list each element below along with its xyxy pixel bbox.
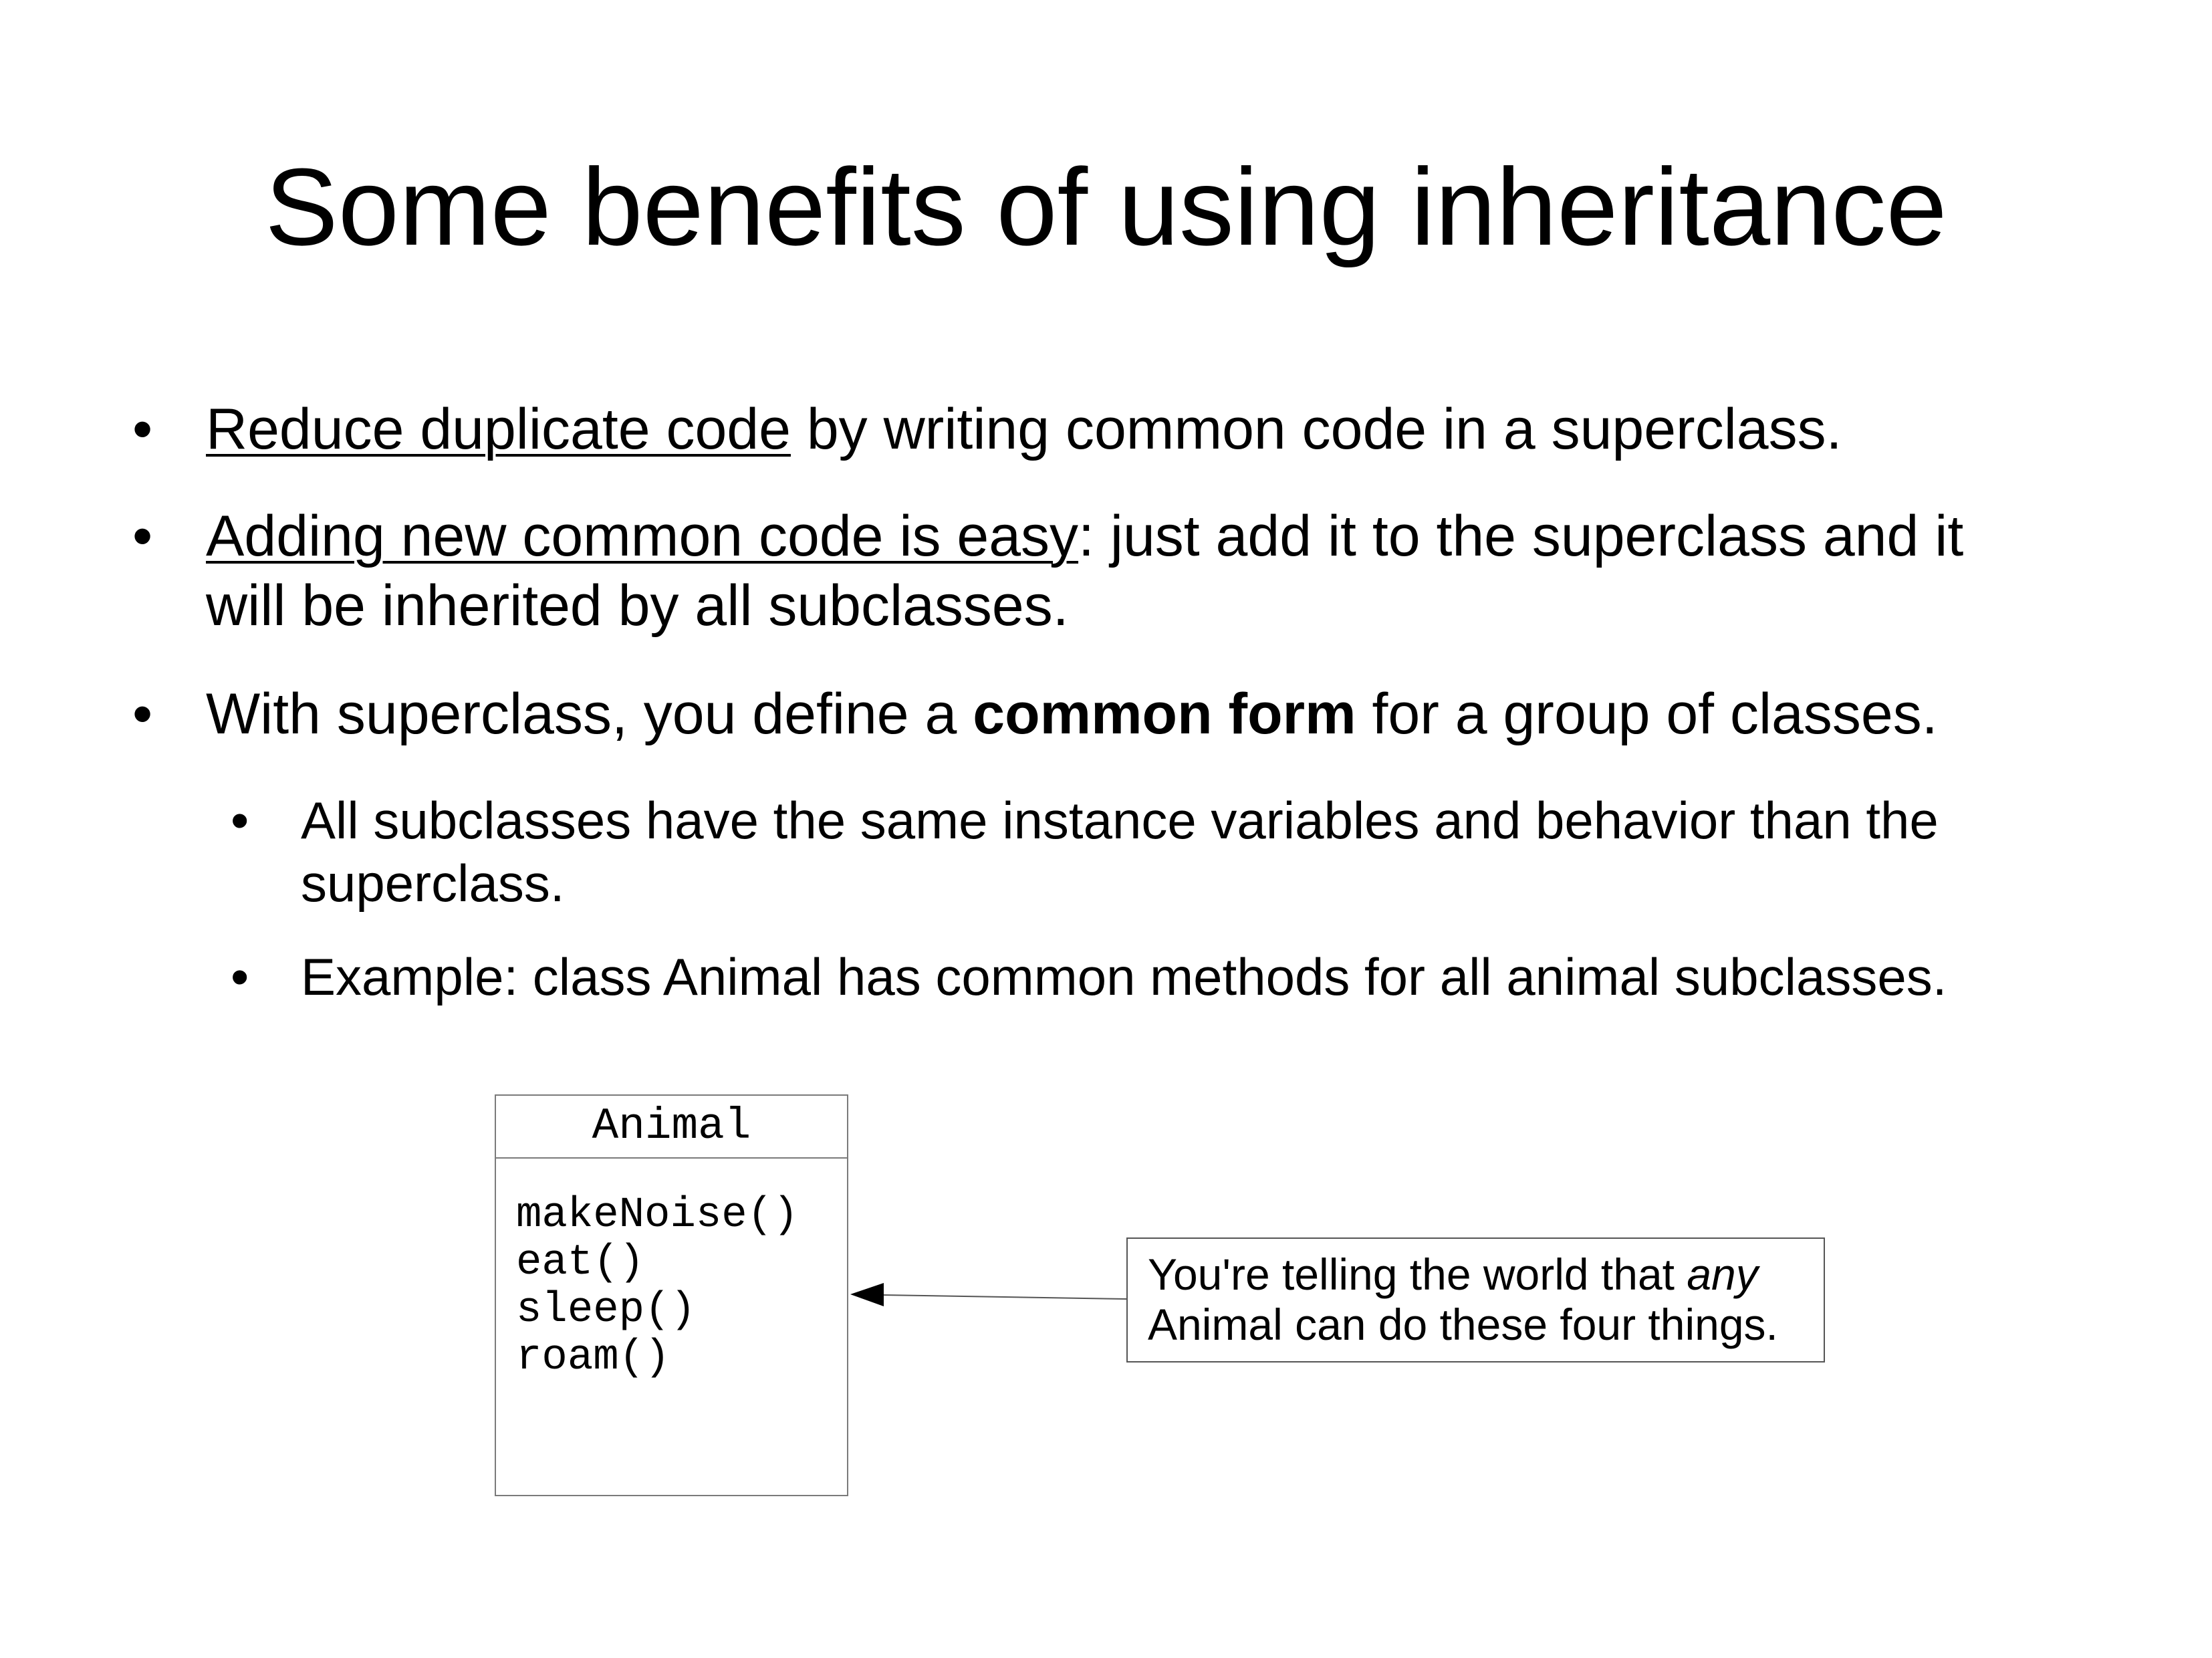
uml-method: roam() (516, 1334, 670, 1382)
uml-method: makeNoise() (516, 1191, 799, 1239)
note-line-1-text: You're telling the world that (1148, 1250, 1687, 1299)
note-line-2: Animal can do these four things. (1148, 1300, 1778, 1349)
uml-class-name: Animal (496, 1096, 847, 1159)
uml-method: sleep() (516, 1286, 696, 1334)
uml-class-box: Animal makeNoise() eat() sleep() roam() (495, 1094, 848, 1496)
uml-method: eat() (516, 1239, 645, 1287)
arrow-line (882, 1294, 1127, 1300)
note-line-1: You're telling the world that any (1148, 1250, 1804, 1300)
uml-method-list: makeNoise() eat() sleep() roam() (516, 1192, 798, 1382)
annotation-note: You're telling the world that any Animal… (1126, 1237, 1825, 1363)
note-italic-word: any (1687, 1250, 1758, 1299)
arrow-head (850, 1283, 884, 1306)
arrow-connector (850, 1283, 1127, 1306)
